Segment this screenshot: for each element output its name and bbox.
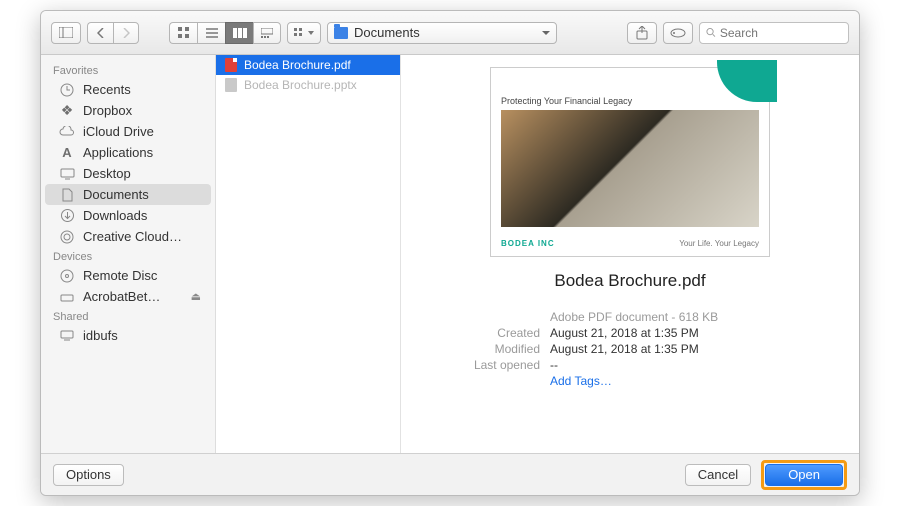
sidebar-item-downloads[interactable]: Downloads xyxy=(45,205,211,226)
forward-button[interactable] xyxy=(113,22,139,44)
meta-kind: Adobe PDF document - 618 KB xyxy=(550,310,718,324)
meta-opened-value: -- xyxy=(550,358,558,372)
thumbnail-footer: BODEA INC Your Life. Your Legacy xyxy=(491,235,769,256)
sidebar-item-label: Recents xyxy=(83,82,131,97)
file-row: Bodea Brochure.pptx xyxy=(216,75,400,95)
meta-opened-label: Last opened xyxy=(425,358,540,372)
sidebar-item-label: Creative Cloud… xyxy=(83,229,182,244)
icon-view-button[interactable] xyxy=(169,22,197,44)
sidebar-item-icloud-drive[interactable]: iCloud Drive xyxy=(45,121,211,142)
sidebar-item-documents[interactable]: Documents xyxy=(45,184,211,205)
file-icon xyxy=(224,78,238,92)
footer: Options Cancel Open xyxy=(41,453,859,495)
sidebar-section-header: Favorites xyxy=(41,61,215,79)
tags-button[interactable] xyxy=(663,22,693,44)
eject-icon[interactable]: ⏏ xyxy=(191,290,201,303)
search-field[interactable] xyxy=(699,22,849,44)
apps-icon: A xyxy=(59,146,75,160)
preview-pane: Protecting Your Financial Legacy BODEA I… xyxy=(401,55,859,453)
sidebar-item-label: AcrobatBet… xyxy=(83,289,160,304)
sidebar-item-idbufs[interactable]: idbufs xyxy=(45,325,211,346)
file-name: Bodea Brochure.pdf xyxy=(244,58,351,72)
body: Favorites Recents ❖ Dropbox iCloud Drive A App… xyxy=(41,55,859,453)
sidebar-section-header: Shared xyxy=(41,307,215,325)
sidebar-item-acrobatbet-[interactable]: AcrobatBet… ⏏ xyxy=(45,286,211,307)
sidebar-item-desktop[interactable]: Desktop xyxy=(45,163,211,184)
open-button[interactable]: Open xyxy=(765,464,843,486)
share-button[interactable] xyxy=(627,22,657,44)
open-file-dialog: Documents Favorites Recents ❖ Dropbox iCloud… xyxy=(40,10,860,496)
sidebar-item-label: Remote Disc xyxy=(83,268,157,283)
toolbar: Documents xyxy=(41,11,859,55)
meta-created-label: Created xyxy=(425,326,540,340)
sidebar-section-header: Devices xyxy=(41,247,215,265)
meta-modified-value: August 21, 2018 at 1:35 PM xyxy=(550,342,699,356)
pdf-icon xyxy=(224,58,238,72)
dropbox-icon: ❖ xyxy=(59,104,75,118)
sidebar-item-label: Applications xyxy=(83,145,153,160)
sidebar-item-creative-cloud-[interactable]: Creative Cloud… xyxy=(45,226,211,247)
doc-icon xyxy=(59,188,75,202)
thumbnail-brand: BODEA INC xyxy=(501,239,555,248)
metadata: Adobe PDF document - 618 KB Created Augus… xyxy=(425,309,835,389)
nav-buttons xyxy=(87,22,139,44)
search-input[interactable] xyxy=(720,26,842,40)
open-button-highlight: Open xyxy=(761,460,847,490)
path-label: Documents xyxy=(354,25,420,40)
folder-icon xyxy=(334,27,348,39)
host-icon xyxy=(59,329,75,343)
gallery-view-button[interactable] xyxy=(253,22,281,44)
sidebar: Favorites Recents ❖ Dropbox iCloud Drive A App… xyxy=(41,55,216,453)
sidebar-item-label: Dropbox xyxy=(83,103,132,118)
cloud-icon xyxy=(59,125,75,139)
sidebar-item-remote-disc[interactable]: Remote Disc xyxy=(45,265,211,286)
column-view-button[interactable] xyxy=(225,22,253,44)
list-view-button[interactable] xyxy=(197,22,225,44)
sidebar-item-applications[interactable]: A Applications xyxy=(45,142,211,163)
desktop-icon xyxy=(59,167,75,181)
options-button[interactable]: Options xyxy=(53,464,124,486)
cancel-button[interactable]: Cancel xyxy=(685,464,751,486)
meta-created-value: August 21, 2018 at 1:35 PM xyxy=(550,326,699,340)
sidebar-item-recents[interactable]: Recents xyxy=(45,79,211,100)
meta-modified-label: Modified xyxy=(425,342,540,356)
sidebar-item-label: idbufs xyxy=(83,328,118,343)
back-button[interactable] xyxy=(87,22,113,44)
add-tags-link[interactable]: Add Tags… xyxy=(550,374,612,388)
view-mode-buttons xyxy=(169,22,281,44)
preview-filename: Bodea Brochure.pdf xyxy=(554,271,705,291)
sidebar-item-label: Desktop xyxy=(83,166,131,181)
sidebar-item-label: Documents xyxy=(83,187,149,202)
search-icon xyxy=(706,27,716,38)
thumbnail-tagline: Your Life. Your Legacy xyxy=(679,239,759,248)
clock-icon xyxy=(59,83,75,97)
sidebar-item-dropbox[interactable]: ❖ Dropbox xyxy=(45,100,211,121)
file-column: Bodea Brochure.pdf Bodea Brochure.pptx xyxy=(216,55,401,453)
cc-icon xyxy=(59,230,75,244)
path-popup[interactable]: Documents xyxy=(327,22,557,44)
download-icon xyxy=(59,209,75,223)
file-name: Bodea Brochure.pptx xyxy=(244,78,357,92)
arrange-button[interactable] xyxy=(287,22,321,44)
sidebar-toggle-button[interactable] xyxy=(51,22,81,44)
document-thumbnail: Protecting Your Financial Legacy BODEA I… xyxy=(490,67,770,257)
thumbnail-image xyxy=(501,110,759,227)
sidebar-item-label: iCloud Drive xyxy=(83,124,154,139)
disc-icon xyxy=(59,269,75,283)
drive-icon xyxy=(59,290,75,304)
sidebar-item-label: Downloads xyxy=(83,208,147,223)
file-row[interactable]: Bodea Brochure.pdf xyxy=(216,55,400,75)
